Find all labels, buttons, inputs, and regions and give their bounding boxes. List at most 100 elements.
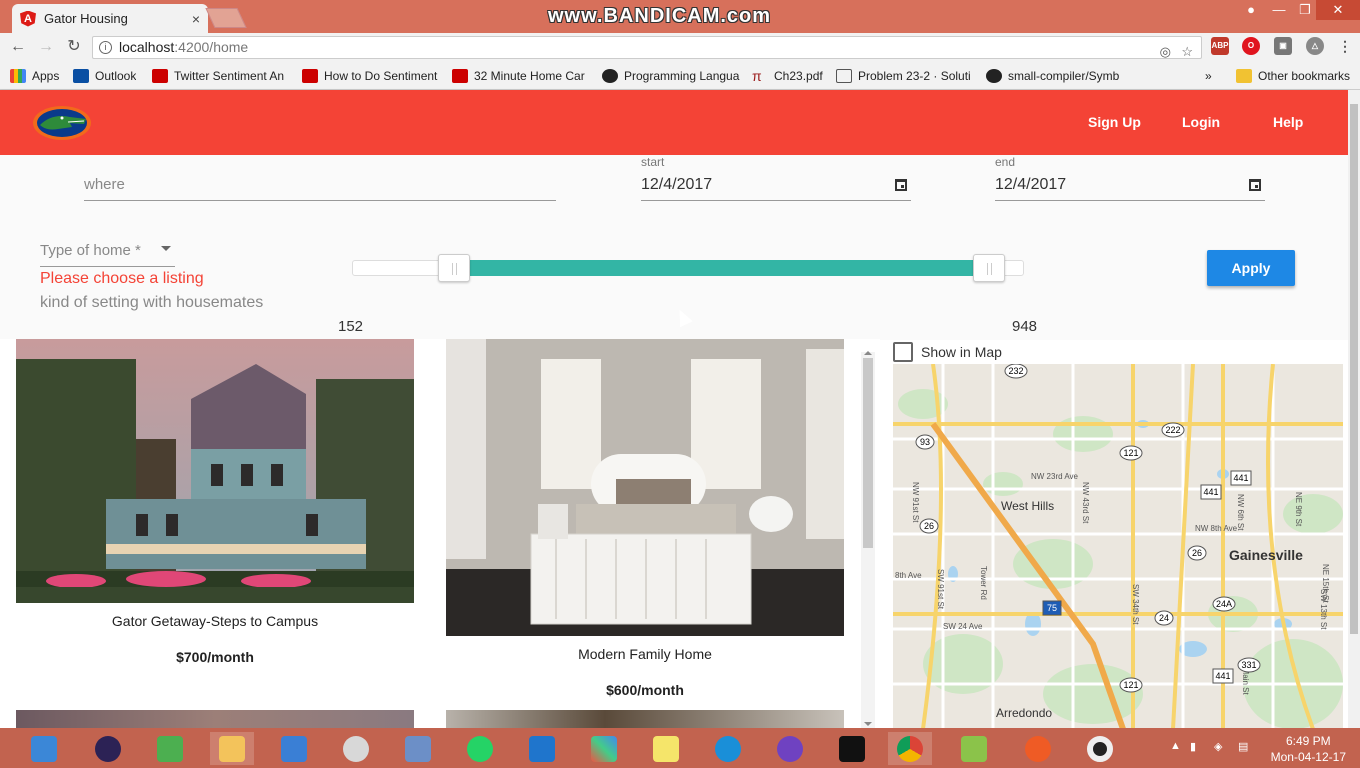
wifi-icon[interactable]: ▤ [1238,740,1248,753]
calendar-icon[interactable] [895,179,907,191]
scroll-thumb[interactable] [1350,104,1358,634]
volume-muted-icon[interactable]: ◈ [1214,740,1222,753]
reload-icon[interactable]: ↻ [64,37,84,57]
listing-card[interactable] [446,710,844,729]
star-icon[interactable]: ☆ [1181,41,1193,62]
price-slider-min-handle[interactable] [438,254,470,282]
map-label: West Hills [1001,499,1054,513]
page-scrollbar[interactable] [1348,90,1360,728]
system-clock[interactable]: 6:49 PM Mon-04-12-17 [1271,733,1346,765]
back-icon[interactable]: ← [8,37,28,57]
bookmarks-bar: Apps Outlook Twitter Sentiment An How to… [0,62,1360,90]
listing-card[interactable]: Gator Getaway-Steps to Campus $700/month [16,339,414,679]
close-icon[interactable]: × [192,11,200,27]
listing-card[interactable] [16,710,414,729]
scroll-thumb[interactable] [863,358,873,548]
app-icon[interactable] [582,732,626,765]
listing-photo[interactable] [16,710,414,729]
bookmark-item[interactable]: Twitter Sentiment An [152,67,292,85]
forward-icon[interactable]: → [36,37,56,57]
calculator-icon[interactable] [22,732,66,765]
listing-card[interactable]: Modern Family Home $600/month [446,339,844,709]
gator-logo[interactable] [32,105,92,141]
listing-title[interactable]: Modern Family Home [446,646,844,662]
listing-photo[interactable] [446,710,844,729]
end-date-field[interactable]: end 12/4/2017 [995,155,1265,201]
bandicam-record-icon[interactable] [1078,732,1122,765]
bookmark-item[interactable]: 32 Minute Home Car [452,67,588,85]
road-shield: 121 [1119,445,1143,461]
calendar-icon[interactable] [1249,179,1261,191]
listing-price: $600/month [606,682,684,698]
show-in-map-checkbox[interactable] [893,342,913,362]
minimize-icon[interactable]: — [1266,0,1292,20]
postman-icon[interactable] [1016,732,1060,765]
opera-icon[interactable]: O [1242,37,1260,55]
eclipse-icon[interactable] [86,732,130,765]
bookmark-item[interactable]: Apps [10,67,59,85]
profile-icon[interactable]: ● [1238,0,1264,20]
map-canvas[interactable]: West Hills Gainesville Arredondo NW 23rd… [893,364,1343,729]
sign-up-link[interactable]: Sign Up [1088,114,1141,130]
login-link[interactable]: Login [1182,114,1220,130]
tray-expand-icon[interactable]: ▲ [1170,740,1181,752]
chevron-down-icon [161,246,171,251]
browser-tab[interactable]: A Gator Housing × [12,4,208,33]
keyboard-icon[interactable] [396,732,440,765]
svg-text:121: 121 [1123,448,1138,458]
listings-scrollbar[interactable] [861,351,875,728]
bookmark-item[interactable]: π Ch23.pdf [752,67,823,85]
start-date-field[interactable]: start 12/4/2017 [641,155,911,201]
internet-explorer-icon[interactable] [706,732,750,765]
bookmark-item[interactable]: Problem 23-2 · Soluti [836,67,970,85]
end-label: end [995,155,1016,169]
network-icon[interactable] [148,732,192,765]
remote-desktop-icon[interactable] [272,732,316,765]
youtube-icon [452,69,468,83]
bookmark-item[interactable]: small-compiler/Symb [986,67,1122,85]
extension-icon[interactable]: △ [1306,37,1324,55]
pi-icon: π [752,68,762,84]
location-icon[interactable]: ◎ [1160,41,1171,62]
extension-icon[interactable]: ▣ [1274,37,1292,55]
price-slider-max-handle[interactable] [973,254,1005,282]
github-desktop-icon[interactable] [768,732,812,765]
notepad-plus-icon[interactable] [952,732,996,765]
battery-icon[interactable]: ▮ [1190,740,1196,753]
command-prompt-icon[interactable] [830,732,874,765]
map-view[interactable]: West Hills Gainesville Arredondo NW 23rd… [893,364,1343,729]
scroll-up-icon[interactable] [864,351,872,355]
file-explorer-icon[interactable] [210,732,254,765]
bookmark-label: small-compiler/Symb [1008,69,1120,83]
new-tab-button[interactable] [205,8,247,28]
show-in-map-toggle[interactable]: Show in Map [893,342,1002,362]
chrome-icon[interactable] [888,732,932,765]
sticky-notes-icon[interactable] [644,732,688,765]
apply-button[interactable]: Apply [1207,250,1295,286]
listing-photo[interactable] [16,339,414,603]
scroll-down-icon[interactable] [864,722,872,726]
vscode-icon[interactable] [520,732,564,765]
bookmark-item[interactable]: Programming Langua [602,67,740,85]
road-shield: 24 [1154,610,1174,626]
listing-photo[interactable] [446,339,844,636]
listing-title[interactable]: Gator Getaway-Steps to Campus [16,613,414,629]
info-icon[interactable]: i [99,41,112,54]
paint-icon[interactable] [334,732,378,765]
adblock-icon[interactable]: ABP [1211,37,1229,55]
type-of-home-select[interactable]: Type of home * [40,242,175,267]
where-input[interactable]: where [84,155,556,201]
more-bookmarks-icon[interactable]: » [1205,67,1212,85]
menu-icon[interactable]: ⋮ [1336,37,1354,55]
road-shield: 441 [1230,470,1252,486]
address-bar[interactable]: i localhost:4200/home ◎ ☆ [92,36,1202,59]
browser-toolbar: ← → ↻ i localhost:4200/home ◎ ☆ [0,33,1360,62]
window-close-icon[interactable]: ✕ [1316,0,1360,20]
other-bookmarks[interactable]: Other bookmarks [1236,67,1350,85]
bookmark-item[interactable]: Outlook [73,67,136,85]
bookmark-item[interactable]: How to Do Sentiment [302,67,440,85]
whatsapp-icon[interactable] [458,732,502,765]
bookmark-label: 32 Minute Home Car [474,69,585,83]
maximize-icon[interactable]: ❐ [1292,0,1318,20]
help-link[interactable]: Help [1273,114,1303,130]
